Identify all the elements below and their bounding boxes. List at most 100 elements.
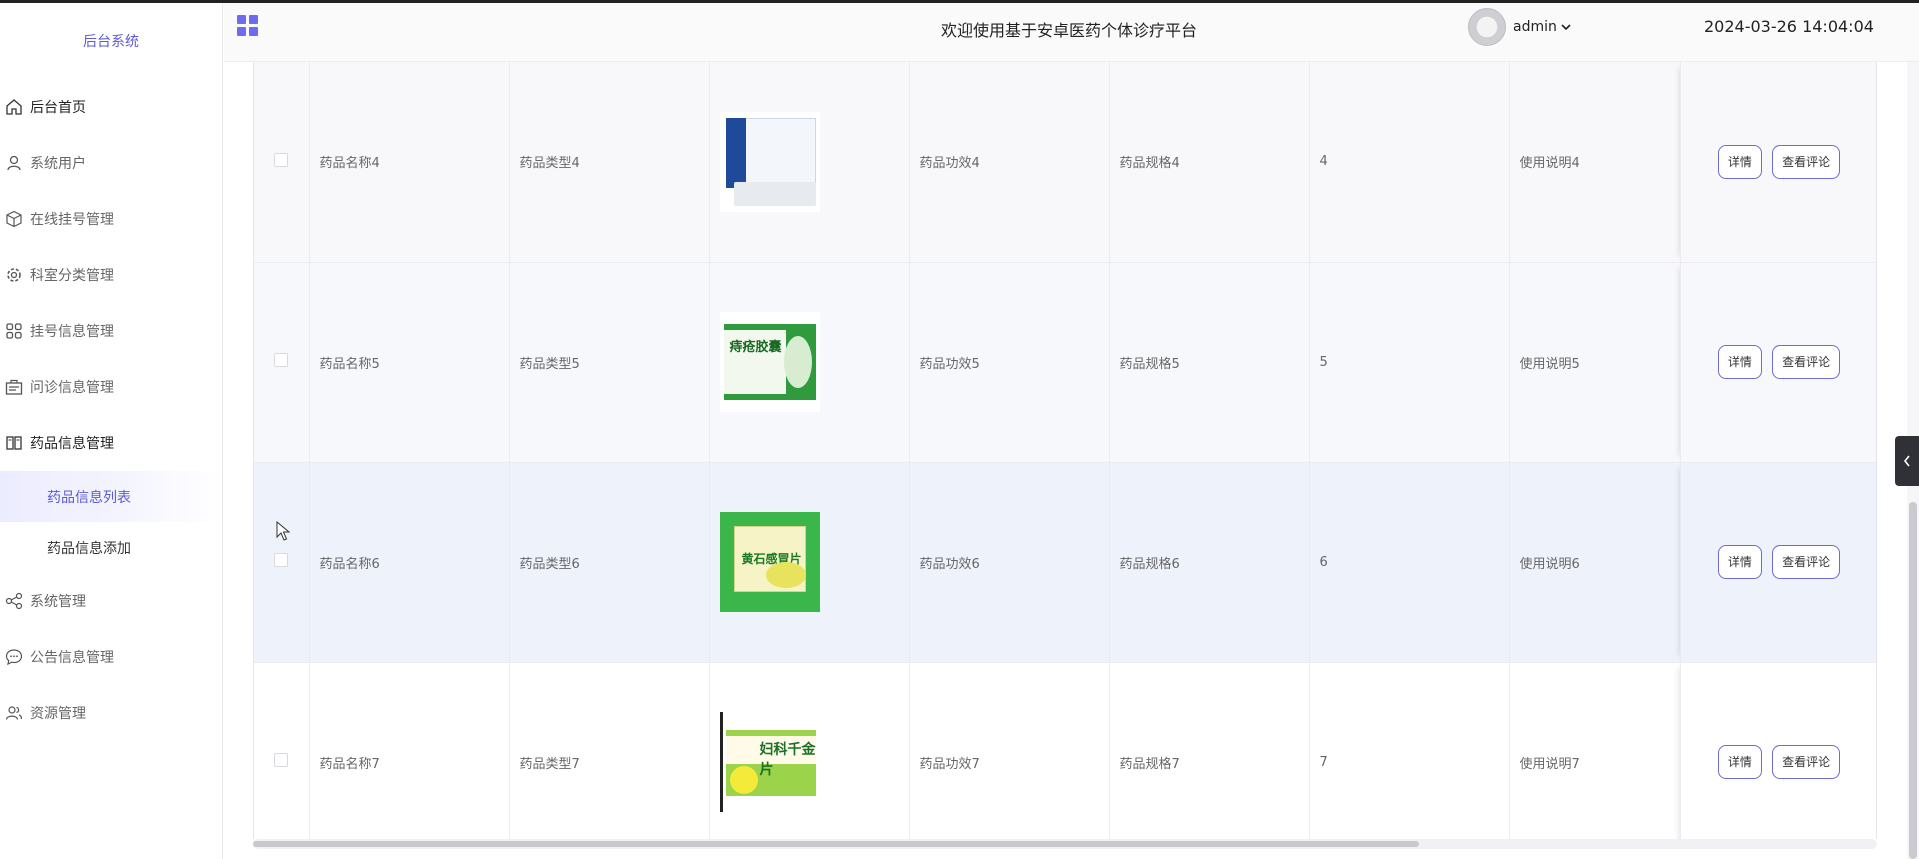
medicine-type-cell: 药品类型6 — [509, 462, 710, 663]
welcome-title: 欢迎使用基于安卓医药个体诊疗平台 — [940, 21, 1197, 40]
sidebar-item-label: 系统管理 — [30, 594, 86, 610]
medicine-usage-cell: 使用说明6 — [1509, 462, 1681, 663]
sidebar-item-label: 在线挂号管理 — [30, 212, 114, 228]
sidebar-item-registration-info[interactable]: 挂号信息管理 — [0, 303, 222, 359]
view-comments-button[interactable]: 查看评论 — [1772, 345, 1841, 379]
top-header: 欢迎使用基于安卓医药个体诊疗平台 admin 2024-03-26 14:04:… — [224, 3, 1919, 62]
datetime-display: 2024-03-26 14:04:04 — [1704, 17, 1874, 36]
medicine-image-cell — [709, 62, 910, 263]
row-select-cell — [254, 662, 310, 839]
gear-icon — [7, 268, 21, 282]
detail-button[interactable]: 详情 — [1717, 345, 1762, 379]
user-menu[interactable]: admin — [1513, 19, 1571, 35]
row-checkbox[interactable] — [274, 152, 289, 167]
brand-title: 后台系统 — [83, 34, 139, 50]
table-row: 药品名称5 药品类型5 痔疮胶囊 药品功效5 药品规格5 5 使用说明5 详情 … — [254, 262, 1876, 463]
row-checkbox[interactable] — [274, 553, 289, 567]
sidebar-item-medicine-info[interactable]: 药品信息管理 — [0, 415, 222, 471]
sidebar-item-label: 资源管理 — [30, 706, 86, 722]
medicine-image-cell: 黄石感冒片 — [709, 462, 910, 663]
medicine-spec-cell: 药品规格5 — [1109, 262, 1310, 463]
medicine-effect-cell: 药品功效5 — [909, 262, 1110, 463]
medicine-table: 药品名称4 药品类型4 药品功效4 药品规格4 4 使用说明4 详情 查看评论 … — [253, 62, 1877, 839]
medicine-name-cell: 药品名称7 — [309, 662, 510, 839]
mouse-cursor-icon — [276, 521, 290, 541]
detail-button[interactable]: 详情 — [1717, 545, 1762, 579]
chevron-down-icon — [1561, 24, 1571, 31]
sidebar-item-system-management[interactable]: 系统管理 — [0, 573, 222, 629]
row-checkbox[interactable] — [274, 753, 289, 767]
medicine-effect-cell: 药品功效7 — [909, 662, 1110, 839]
box-icon — [6, 210, 22, 228]
book-icon — [6, 436, 22, 450]
view-comments-button[interactable]: 查看评论 — [1772, 545, 1841, 579]
row-actions-cell: 详情 查看评论 — [1680, 262, 1876, 463]
collapse-panel-button[interactable] — [1895, 436, 1919, 486]
sidebar-item-label: 科室分类管理 — [30, 268, 114, 284]
sidebar-item-consultation-info[interactable]: 问诊信息管理 — [0, 359, 222, 415]
medicine-spec-cell: 药品规格6 — [1109, 462, 1310, 663]
sidebar: 后台系统 后台首页 系统用户 在线挂号管理 科室分类管理 挂号信息管理 问诊信息… — [0, 3, 223, 859]
medicine-effect-cell: 药品功效4 — [909, 62, 1110, 263]
medicine-number-cell: 4 — [1309, 62, 1510, 263]
medicine-number-cell: 6 — [1309, 462, 1510, 663]
sidebar-item-resources[interactable]: 资源管理 — [0, 685, 222, 741]
row-select-cell — [254, 262, 310, 463]
medicine-image — [719, 111, 820, 212]
sidebar-subitem-medicine-list[interactable]: 药品信息列表 — [0, 471, 222, 522]
sidebar-item-online-registration[interactable]: 在线挂号管理 — [0, 191, 222, 247]
clipboard-icon — [5, 379, 23, 395]
medicine-image: 痔疮胶囊 — [719, 312, 820, 412]
sidebar-item-home[interactable]: 后台首页 — [0, 79, 222, 135]
horizontal-scrollbar[interactable] — [253, 839, 1877, 849]
sidebar-item-label: 挂号信息管理 — [30, 324, 114, 340]
medicine-name-cell: 药品名称4 — [309, 62, 510, 263]
row-checkbox[interactable] — [274, 353, 289, 367]
scrollbar-thumb[interactable] — [1909, 502, 1917, 859]
user-icon — [7, 155, 21, 171]
medicine-image-cell: 妇科千金片 — [709, 662, 910, 839]
table-row: 药品名称4 药品类型4 药品功效4 药品规格4 4 使用说明4 详情 查看评论 — [254, 62, 1876, 263]
share-icon — [5, 592, 23, 610]
sidebar-item-label: 后台首页 — [30, 100, 86, 116]
medicine-usage-cell: 使用说明7 — [1509, 662, 1681, 839]
table-row: 药品名称6 药品类型6 黄石感冒片 药品功效6 药品规格6 6 使用说明6 详情… — [254, 462, 1876, 663]
view-comments-button[interactable]: 查看评论 — [1772, 745, 1841, 779]
medicine-usage-cell: 使用说明4 — [1509, 62, 1681, 263]
row-actions-cell: 详情 查看评论 — [1680, 62, 1876, 263]
table-row: 药品名称7 药品类型7 妇科千金片 药品功效7 药品规格7 7 使用说明7 详情… — [254, 662, 1876, 839]
sidebar-item-label: 系统用户 — [30, 156, 86, 172]
row-select-cell — [254, 462, 310, 663]
detail-button[interactable]: 详情 — [1717, 745, 1762, 779]
home-icon — [6, 99, 22, 115]
sidebar-item-system-users[interactable]: 系统用户 — [0, 135, 222, 191]
medicine-spec-cell: 药品规格7 — [1109, 662, 1310, 839]
medicine-number-cell: 5 — [1309, 262, 1510, 463]
sidebar-subitem-medicine-add[interactable]: 药品信息添加 — [0, 522, 222, 573]
medicine-image-cell: 痔疮胶囊 — [709, 262, 910, 463]
row-select-cell — [254, 62, 310, 263]
medicine-name-cell: 药品名称5 — [309, 262, 510, 463]
medicine-type-cell: 药品类型5 — [509, 262, 710, 463]
avatar[interactable] — [1468, 8, 1506, 46]
sidebar-item-announcement[interactable]: 公告信息管理 — [0, 629, 222, 685]
medicine-image: 妇科千金片 — [719, 712, 820, 812]
username-label: admin — [1513, 19, 1557, 35]
view-comments-button[interactable]: 查看评论 — [1772, 144, 1841, 179]
sidebar-menu: 后台首页 系统用户 在线挂号管理 科室分类管理 挂号信息管理 问诊信息管理 药品… — [0, 79, 222, 741]
medicine-spec-cell: 药品规格4 — [1109, 62, 1310, 263]
medicine-name-cell: 药品名称6 — [309, 462, 510, 663]
scrollbar-thumb[interactable] — [253, 841, 1419, 847]
medicine-effect-cell: 药品功效6 — [909, 462, 1110, 663]
chat-icon — [5, 649, 23, 666]
medicine-type-cell: 药品类型7 — [509, 662, 710, 839]
detail-button[interactable]: 详情 — [1717, 144, 1762, 179]
sidebar-item-department-category[interactable]: 科室分类管理 — [0, 247, 222, 303]
apps-icon — [6, 323, 22, 339]
chevron-left-icon — [1903, 455, 1910, 467]
sidebar-item-label: 药品信息管理 — [30, 436, 114, 452]
medicine-number-cell: 7 — [1309, 662, 1510, 839]
medicine-usage-cell: 使用说明5 — [1509, 262, 1681, 463]
users-icon — [5, 706, 23, 720]
row-actions-cell: 详情 查看评论 — [1680, 662, 1876, 839]
